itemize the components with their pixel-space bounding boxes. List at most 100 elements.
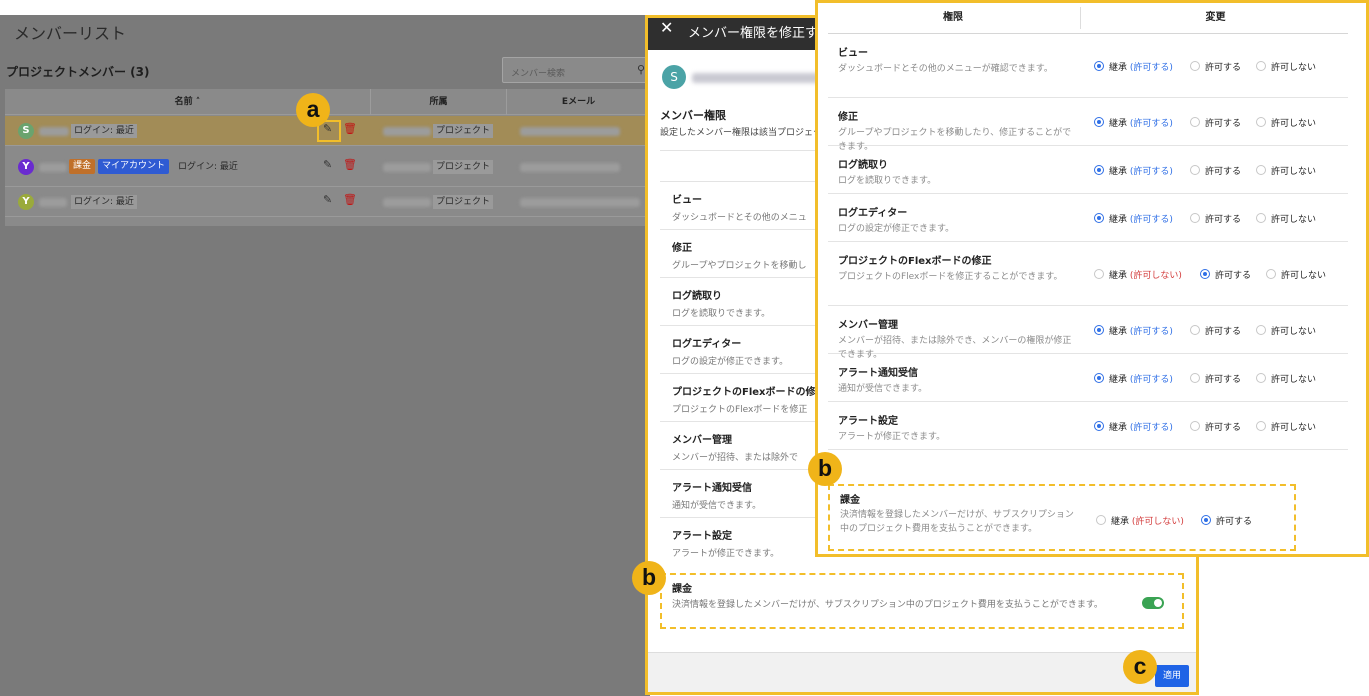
- option-inherit[interactable]: 継承 (許可しない): [1096, 514, 1184, 527]
- radio-icon: [1256, 213, 1266, 223]
- option-label: 許可しない: [1271, 375, 1317, 385]
- radio-icon: [1094, 213, 1104, 223]
- search-icon: ⚲: [636, 63, 645, 76]
- option-label: 許可しない: [1271, 327, 1317, 337]
- option-allow[interactable]: 許可する: [1190, 324, 1241, 337]
- email-blurred: [520, 127, 620, 136]
- option-deny[interactable]: 許可しない: [1256, 116, 1316, 129]
- permission-row: アラート設定 アラートが修正できます。 継承 (許可する) 許可する 許可しない: [828, 402, 1348, 450]
- column-header-email[interactable]: Eメール: [507, 89, 650, 115]
- option-allow[interactable]: 許可する: [1190, 420, 1241, 433]
- permission-title: メンバー管理: [838, 320, 898, 331]
- my-account-badge: マイアカウント: [98, 159, 170, 174]
- radio-icon: [1094, 165, 1104, 175]
- inherit-value: (許可する): [1129, 327, 1173, 337]
- permission-description: 設定したメンバー権限は該当プロジェクト: [660, 128, 832, 138]
- option-allow[interactable]: 許可する: [1190, 212, 1241, 225]
- column-header-permission: 権限: [943, 12, 963, 23]
- permission-title: ログエディター: [672, 339, 742, 350]
- radio-icon: [1200, 269, 1210, 279]
- member-name-blurred: [39, 198, 67, 207]
- option-label: 許可する: [1205, 119, 1242, 129]
- edit-icon[interactable]: ✎: [323, 193, 332, 206]
- radio-icon: [1190, 325, 1200, 335]
- radio-icon: [1094, 117, 1104, 127]
- dialog-footer: 適用: [648, 652, 1196, 692]
- permission-desc: メンバーが招待、または除外で: [672, 453, 799, 463]
- affiliation-tag: プロジェクト: [433, 124, 494, 138]
- option-deny[interactable]: 許可しない: [1256, 164, 1316, 177]
- inherit-value: (許可する): [1129, 167, 1173, 177]
- permission-row: ログエディター ログの設定が修正できます。 継承 (許可する) 許可する 許可しない: [828, 194, 1348, 242]
- option-deny[interactable]: 許可しない: [1256, 60, 1316, 73]
- radio-icon: [1190, 421, 1200, 431]
- column-header-affiliation[interactable]: 所属: [371, 89, 506, 115]
- permission-title: アラート設定: [838, 416, 898, 427]
- radio-icon: [1266, 269, 1276, 279]
- permission-desc: プロジェクトのFlexボードを修正することができます。: [838, 272, 1063, 282]
- option-label: 許可しない: [1271, 63, 1317, 73]
- marker-a: a: [296, 93, 330, 127]
- option-allow[interactable]: 許可する: [1200, 268, 1251, 281]
- option-inherit[interactable]: 継承 (許可する): [1094, 212, 1173, 225]
- login-status: ログイン: 最近: [71, 124, 137, 138]
- option-allow[interactable]: 許可する: [1190, 60, 1241, 73]
- radio-icon: [1256, 373, 1266, 383]
- option-inherit[interactable]: 継承 (許可する): [1094, 60, 1173, 73]
- option-label: 継承: [1111, 517, 1130, 527]
- option-label: 継承: [1109, 63, 1128, 73]
- option-label: 許可しない: [1271, 119, 1317, 129]
- close-icon[interactable]: ✕: [660, 18, 673, 37]
- option-deny[interactable]: 許可しない: [1256, 372, 1316, 385]
- billing-toggle[interactable]: [1142, 597, 1164, 609]
- inherit-value: (許可する): [1129, 423, 1173, 433]
- option-allow[interactable]: 許可する: [1190, 116, 1241, 129]
- inherit-value: (許可する): [1129, 119, 1173, 129]
- permission-heading: メンバー権限: [660, 109, 726, 122]
- search-placeholder: メンバー検索: [511, 69, 566, 79]
- radio-icon: [1094, 61, 1104, 71]
- option-allow[interactable]: 許可する: [1190, 372, 1241, 385]
- permission-row: メンバー管理 メンバーが招待、または除外でき、メンバーの権限が修正できます。 継承 …: [828, 306, 1348, 360]
- apply-button[interactable]: 適用: [1155, 665, 1189, 687]
- billing-title: 課金: [672, 584, 692, 595]
- radio-icon: [1094, 421, 1104, 431]
- search-input[interactable]: メンバー検索 ⚲: [502, 57, 650, 83]
- affiliation-blurred: [383, 198, 431, 207]
- option-allow[interactable]: 許可する: [1201, 514, 1252, 527]
- avatar: Y: [18, 194, 34, 210]
- option-allow[interactable]: 許可する: [1190, 164, 1241, 177]
- delete-icon[interactable]: 🗑: [343, 122, 357, 135]
- option-deny[interactable]: 許可しない: [1256, 212, 1316, 225]
- option-deny[interactable]: 許可しない: [1256, 420, 1316, 433]
- inherit-value: (許可する): [1129, 215, 1173, 225]
- option-inherit[interactable]: 継承 (許可する): [1094, 324, 1173, 337]
- option-inherit[interactable]: 継承 (許可する): [1094, 372, 1173, 385]
- option-deny[interactable]: 許可しない: [1266, 268, 1326, 281]
- option-inherit[interactable]: 継承 (許可しない): [1094, 268, 1182, 281]
- table-row[interactable]: Y ログイン: 最近 ✎ 🗑 プロジェクト: [5, 187, 650, 217]
- marker-b: b: [632, 561, 666, 595]
- permission-title: メンバー管理: [672, 435, 732, 446]
- option-label: 許可する: [1216, 517, 1253, 527]
- edit-icon[interactable]: ✎: [323, 158, 332, 171]
- option-label: 許可しない: [1281, 271, 1327, 281]
- option-label: 許可する: [1205, 327, 1242, 337]
- option-label: 継承: [1109, 167, 1128, 177]
- permission-desc: アラートが修正できます。: [672, 549, 780, 559]
- option-label: 許可しない: [1271, 215, 1317, 225]
- delete-icon[interactable]: 🗑: [343, 158, 357, 171]
- inherit-value: (許可しない): [1131, 517, 1184, 527]
- permission-title: アラート通知受信: [838, 368, 918, 379]
- permission-desc: ダッシュボードとその他のメニュ: [672, 213, 807, 223]
- option-inherit[interactable]: 継承 (許可する): [1094, 164, 1173, 177]
- radio-icon: [1201, 515, 1211, 525]
- option-label: 許可する: [1205, 423, 1242, 433]
- table-row[interactable]: Y 課金 マイアカウント ログイン: 最近 ✎ 🗑 プロジェクト: [5, 147, 650, 187]
- radio-icon: [1256, 61, 1266, 71]
- option-inherit[interactable]: 継承 (許可する): [1094, 420, 1173, 433]
- permission-title: ビュー: [838, 48, 868, 59]
- option-deny[interactable]: 許可しない: [1256, 324, 1316, 337]
- delete-icon[interactable]: 🗑: [343, 193, 357, 206]
- option-inherit[interactable]: 継承 (許可する): [1094, 116, 1173, 129]
